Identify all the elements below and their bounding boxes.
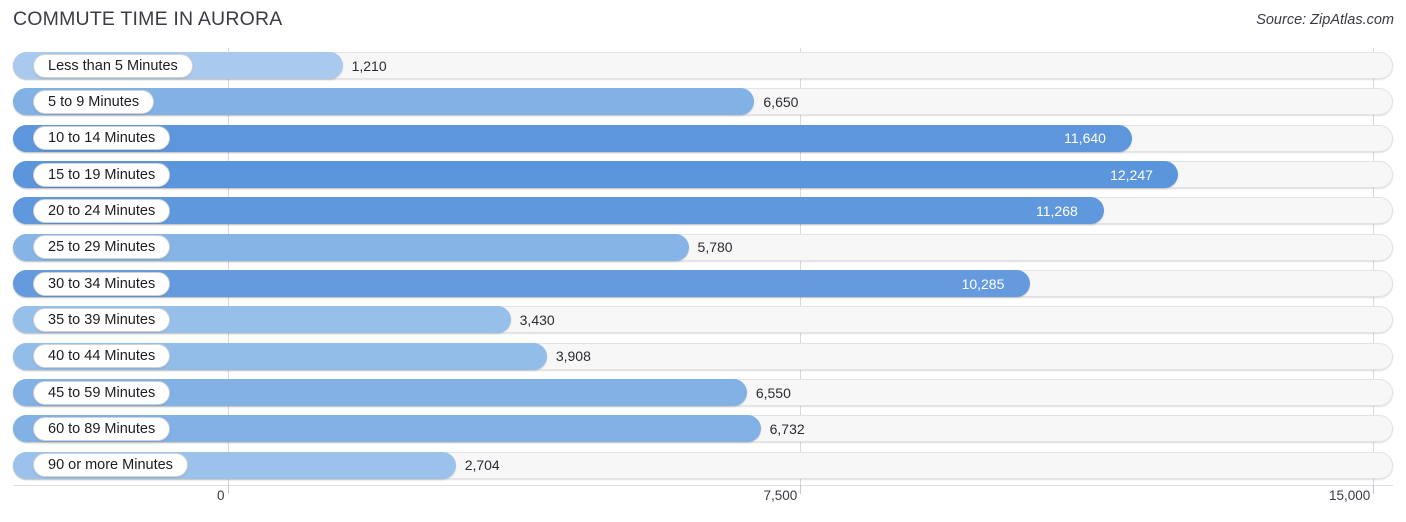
bar-row: 45 to 59 Minutes 6,550 [0, 375, 1406, 411]
x-axis-tick-label: 7,500 [763, 488, 798, 503]
bar-row: Less than 5 Minutes 1,210 [0, 48, 1406, 84]
category-label: 60 to 89 Minutes [33, 416, 171, 441]
category-label: 15 to 19 Minutes [33, 162, 171, 187]
value-label: 3,908 [555, 348, 591, 365]
bar-fill[interactable] [13, 197, 1104, 225]
bar-row: 5 to 9 Minutes 6,650 [0, 84, 1406, 120]
category-label: 25 to 29 Minutes [33, 235, 171, 260]
bar-row: 15 to 19 Minutes 12,247 [0, 157, 1406, 193]
bar-rows: Less than 5 Minutes 1,210 5 to 9 Minutes 6,… [0, 48, 1406, 484]
category-label: 90 or more Minutes [33, 453, 188, 478]
bar-row: 10 to 14 Minutes 11,640 [0, 121, 1406, 157]
bar-row: 25 to 29 Minutes 5,780 [0, 230, 1406, 266]
source-attribution: Source: ZipAtlas.com [1256, 12, 1394, 28]
category-label: 10 to 14 Minutes [33, 126, 171, 151]
value-label: 11,640 [1064, 130, 1106, 147]
value-label: 2,704 [464, 457, 500, 474]
value-label: 6,650 [763, 93, 799, 110]
x-axis: 0 7,500 15,000 [0, 485, 1406, 522]
bar-row: 40 to 44 Minutes 3,908 [0, 339, 1406, 375]
bar-fill[interactable] [13, 161, 1179, 189]
value-label: 6,732 [769, 420, 805, 437]
tick-mark-0 [228, 485, 229, 494]
plot-area: Less than 5 Minutes 1,210 5 to 9 Minutes 6,… [0, 48, 1406, 485]
category-label: 20 to 24 Minutes [33, 198, 171, 223]
value-label: 11,268 [1035, 202, 1078, 219]
value-label: 10,285 [961, 275, 1005, 292]
category-label: Less than 5 Minutes [33, 53, 193, 78]
page-title: COMMUTE TIME IN AURORA [13, 8, 283, 30]
chart-page: COMMUTE TIME IN AURORA Source: ZipAtlas.… [0, 0, 1406, 522]
value-label: 12,247 [1110, 166, 1153, 183]
bar-fill[interactable] [13, 124, 1133, 152]
tick-mark-1 [800, 485, 802, 494]
x-axis-tick-label: 15,000 [1328, 488, 1371, 503]
x-axis-tick-label: 0 [217, 488, 225, 503]
value-label: 5,780 [697, 239, 733, 256]
bar-row: 60 to 89 Minutes 6,732 [0, 411, 1406, 447]
category-label: 35 to 39 Minutes [33, 307, 171, 332]
tick-mark-2 [1372, 485, 1374, 494]
value-label: 3,430 [519, 311, 555, 328]
bar-row: 35 to 39 Minutes 3,430 [0, 302, 1406, 338]
bar-row: 90 or more Minutes 2,704 [0, 448, 1406, 484]
bar-row: 20 to 24 Minutes 11,268 [0, 193, 1406, 229]
category-label: 40 to 44 Minutes [33, 344, 171, 369]
axis-rule [13, 485, 1393, 486]
category-label: 30 to 34 Minutes [33, 271, 171, 296]
value-label: 1,210 [351, 57, 387, 74]
category-label: 45 to 59 Minutes [33, 380, 171, 405]
category-label: 5 to 9 Minutes [33, 89, 155, 114]
bar-row: 30 to 34 Minutes 10,285 [0, 266, 1406, 302]
value-label: 6,550 [755, 384, 791, 401]
